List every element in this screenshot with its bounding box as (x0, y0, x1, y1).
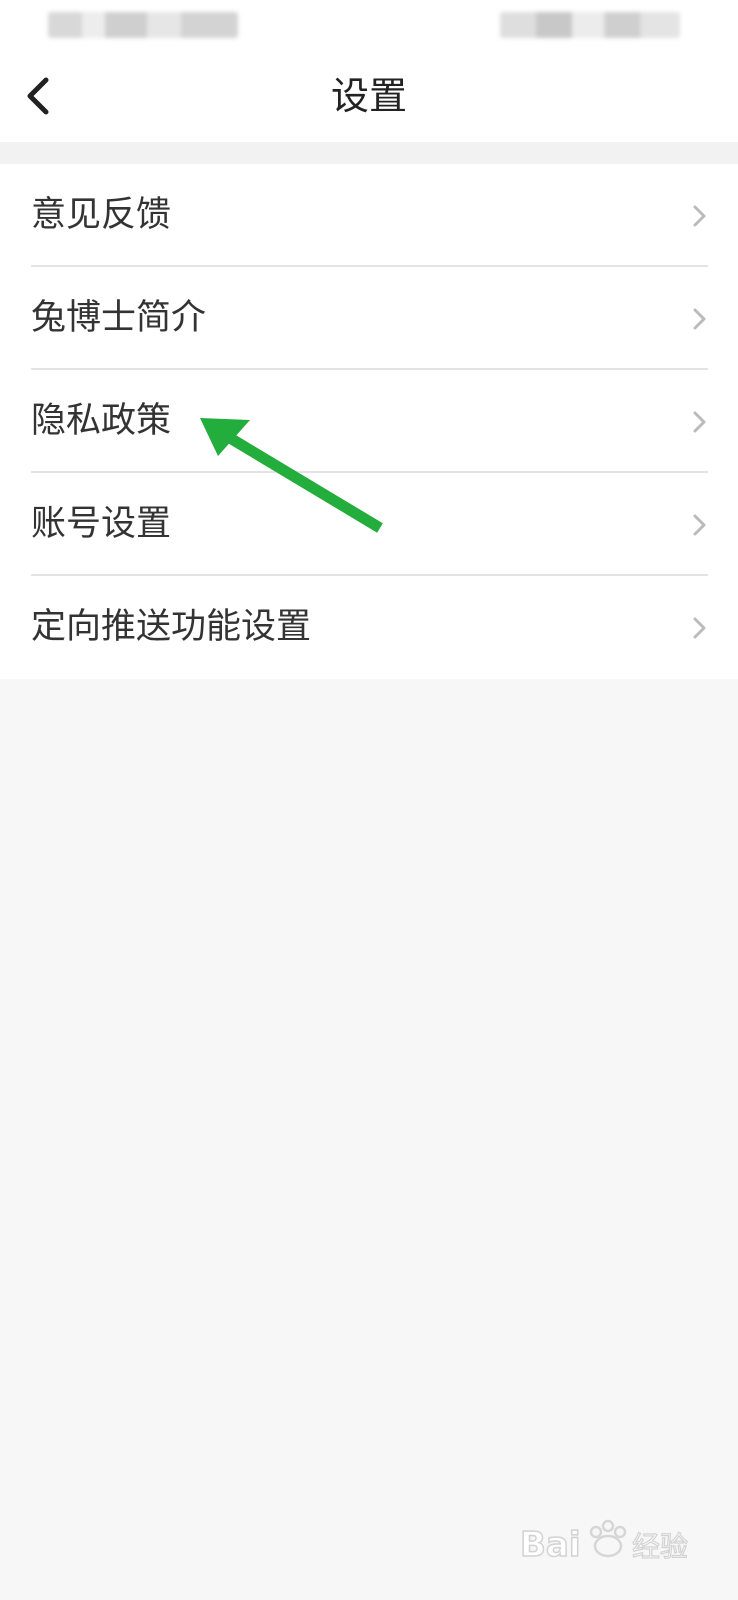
chevron-right-icon (693, 308, 706, 330)
settings-item-about[interactable]: 兔博士简介 (0, 267, 738, 370)
settings-item-account[interactable]: 账号设置 (0, 473, 738, 576)
baidu-watermark-logo: Bai 经验 (519, 1519, 689, 1566)
settings-item-label: 隐私政策 (31, 401, 172, 441)
settings-item-targeted-push[interactable]: 定向推送功能设置 (0, 576, 738, 679)
navigation-header: 设置 (0, 50, 738, 142)
status-bar-right-blur (500, 12, 680, 38)
page-title: 设置 (330, 74, 407, 118)
settings-item-privacy-policy[interactable]: 隐私政策 (0, 370, 738, 473)
chevron-right-icon (693, 205, 706, 227)
settings-item-label: 账号设置 (31, 504, 172, 544)
chevron-right-icon (693, 411, 706, 433)
chevron-right-icon (693, 617, 706, 639)
settings-item-feedback[interactable]: 意见反馈 (0, 164, 738, 267)
settings-item-label: 兔博士简介 (31, 298, 207, 338)
svg-text:Bai: Bai (520, 1525, 581, 1565)
settings-item-label: 意见反馈 (31, 195, 172, 235)
settings-item-label: 定向推送功能设置 (31, 607, 312, 647)
status-bar (0, 0, 738, 50)
chevron-right-icon (693, 514, 706, 536)
status-bar-left-blur (48, 12, 238, 38)
section-gap (0, 142, 738, 164)
settings-list: 意见反馈 兔博士简介 隐私政策 账号设置 定向推送功能设置 (0, 164, 738, 679)
svg-text:经验: 经验 (632, 1530, 688, 1563)
